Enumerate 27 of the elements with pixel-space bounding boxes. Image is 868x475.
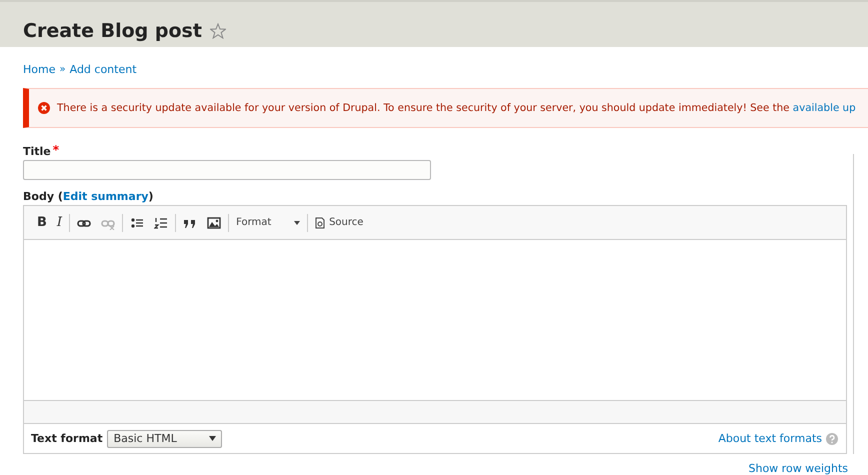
- about-text-formats-link[interactable]: About text formats: [718, 432, 822, 445]
- breadcrumb-link[interactable]: Home: [23, 62, 56, 76]
- numbered-list-icon: [154, 216, 168, 230]
- breadcrumb-separator: »: [59, 64, 66, 74]
- text-format-label: Text format: [31, 432, 103, 445]
- title-label: Title: [23, 145, 51, 158]
- body-label: Body (Edit summary): [23, 190, 154, 203]
- error-message-text: There is a security update available for your version of Drupal. To ensure the security of your server, you should update immediately! See the available up: [57, 102, 856, 114]
- title-input[interactable]: [23, 160, 431, 180]
- edit-summary-link[interactable]: Edit summary: [62, 190, 148, 203]
- updates-link[interactable]: available up: [792, 102, 856, 114]
- image-icon: [207, 216, 222, 230]
- error-icon: [38, 102, 50, 114]
- source-button[interactable]: Source: [312, 214, 366, 230]
- caret-icon: [294, 220, 300, 224]
- page-title: Create Blog post: [23, 20, 202, 42]
- bold-button[interactable]: B: [34, 213, 50, 232]
- document-icon: [315, 216, 326, 228]
- star-icon[interactable]: [210, 22, 226, 38]
- bulleted-list-icon: [130, 216, 144, 230]
- breadcrumb-link[interactable]: Add content: [70, 62, 137, 76]
- text-format-select[interactable]: Basic HTML: [106, 430, 222, 448]
- format-dropdown[interactable]: Format: [233, 215, 304, 230]
- show-row-weights-link[interactable]: Show row weights: [748, 463, 848, 475]
- italic-button[interactable]: I: [54, 213, 66, 232]
- caret-icon: [208, 436, 216, 441]
- required-mark: *: [52, 145, 60, 155]
